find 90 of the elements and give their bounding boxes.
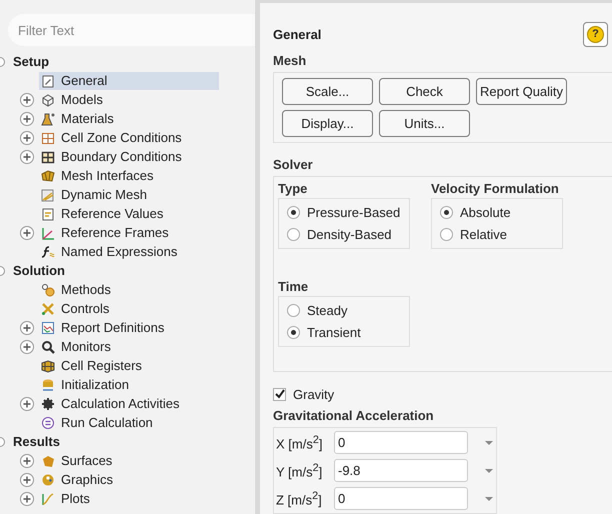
function-icon: [41, 244, 55, 258]
magnifier-icon: [41, 340, 55, 354]
tree-item[interactable]: Materials: [39, 110, 116, 128]
checkbox-label[interactable]: Gravity: [293, 386, 334, 402]
tree-section[interactable]: Results: [13, 434, 60, 449]
tree-item[interactable]: Reference Frames: [39, 224, 171, 242]
radio-button[interactable]: [287, 326, 300, 339]
palette-icon: [41, 472, 55, 486]
mesh-button[interactable]: Units...: [379, 110, 470, 137]
tree-item[interactable]: General: [39, 72, 219, 90]
gear-icon: [41, 396, 55, 410]
expand-toggle[interactable]: [20, 130, 34, 144]
radio-label[interactable]: Steady: [307, 303, 348, 318]
cube-icon: [41, 358, 55, 372]
flask-icon: [41, 112, 55, 126]
radio-button[interactable]: [287, 304, 300, 317]
tree-item[interactable]: Dynamic Mesh: [39, 186, 149, 204]
field-label: X [m/s$^{2}$]: [276, 434, 324, 452]
expand-toggle[interactable]: [20, 320, 34, 334]
tree-item[interactable]: Controls: [39, 300, 112, 318]
group-label: Solver: [273, 157, 314, 174]
group-label: Gravitational Acceleration: [273, 408, 435, 425]
tree-item[interactable]: Surfaces: [39, 452, 114, 470]
radio-button[interactable]: [440, 228, 453, 241]
dropdown-caret-icon[interactable]: [484, 468, 494, 474]
dropdown-caret-icon[interactable]: [484, 440, 494, 446]
tree-item[interactable]: Initialization: [39, 376, 131, 394]
clipboard-icon: [41, 206, 55, 220]
tree-section[interactable]: Solution: [13, 263, 65, 278]
expand-toggle[interactable]: [20, 92, 34, 106]
tools-icon: [41, 302, 55, 316]
mesh-button[interactable]: Display...: [282, 110, 373, 137]
tree-item[interactable]: Calculation Activities: [39, 394, 182, 412]
radio-label[interactable]: Density-Based: [307, 227, 392, 242]
plot-icon: [41, 492, 55, 506]
radio-button[interactable]: [287, 228, 300, 241]
expand-toggle[interactable]: [20, 150, 34, 164]
radio-button[interactable]: [287, 206, 300, 219]
radio-button[interactable]: [440, 206, 453, 219]
tree-item[interactable]: Mesh Interfaces: [39, 166, 156, 184]
axes-icon: [41, 226, 55, 240]
tree-item[interactable]: Boundary Conditions: [39, 148, 184, 166]
tree-item[interactable]: Reference Values: [39, 204, 166, 222]
chart-icon: [41, 320, 55, 334]
expand-toggle[interactable]: [20, 472, 34, 486]
mesh-button[interactable]: Report Quality: [476, 78, 567, 105]
tree-item[interactable]: Models: [39, 90, 105, 108]
tree-item[interactable]: Plots: [39, 490, 92, 508]
mesh-button[interactable]: Check: [379, 78, 470, 105]
radio-label[interactable]: Absolute: [460, 205, 511, 220]
expand-toggle[interactable]: [20, 396, 34, 410]
cube-icon: [41, 92, 55, 106]
expand-toggle[interactable]: [20, 492, 34, 506]
expand-toggle[interactable]: [20, 454, 34, 468]
group-label: Mesh: [273, 53, 308, 70]
help-button[interactable]: ?: [583, 22, 608, 46]
filter-field[interactable]: Filter Text: [8, 14, 255, 46]
circles-icon: [41, 282, 55, 296]
tree-section[interactable]: Setup: [13, 54, 50, 69]
field-label: Z [m/s$^{2}$]: [276, 490, 323, 508]
expand-toggle[interactable]: [20, 340, 34, 354]
dropdown-caret-icon[interactable]: [484, 496, 494, 502]
tree-item[interactable]: Monitors: [39, 338, 113, 356]
radio-label[interactable]: Pressure-Based: [307, 205, 400, 220]
radio-label[interactable]: Transient: [307, 325, 361, 340]
tree-item[interactable]: Report Definitions: [39, 318, 166, 336]
expand-toggle[interactable]: [20, 112, 34, 126]
grid-icon: [41, 150, 55, 164]
group-label: Time: [278, 279, 310, 296]
tree-item[interactable]: Methods: [39, 280, 113, 298]
grid-icon: [41, 130, 55, 144]
panel-title: General: [273, 26, 322, 42]
mesh-button[interactable]: Scale...: [282, 78, 373, 105]
value-field[interactable]: 0: [334, 431, 468, 454]
group-label: Type: [278, 181, 308, 198]
field-label: Y [m/s$^{2}$]: [276, 462, 324, 480]
value-field[interactable]: -9.8: [334, 459, 468, 482]
surface-icon: [41, 454, 55, 468]
gravity-checkbox[interactable]: [273, 388, 286, 400]
expand-toggle[interactable]: [20, 226, 34, 240]
tree-item[interactable]: Cell Registers: [39, 356, 144, 374]
group-label: Velocity Formulation: [431, 181, 560, 198]
tree-item[interactable]: Named Expressions: [39, 242, 180, 260]
tree-item[interactable]: Run Calculation: [39, 414, 155, 432]
tree-item[interactable]: Graphics: [39, 470, 116, 488]
tree-item[interactable]: Cell Zone Conditions: [39, 128, 184, 146]
equals-icon: [41, 416, 55, 430]
radio-label[interactable]: Relative: [460, 227, 507, 242]
document-icon: [41, 74, 55, 88]
value-field[interactable]: 0: [334, 487, 468, 510]
